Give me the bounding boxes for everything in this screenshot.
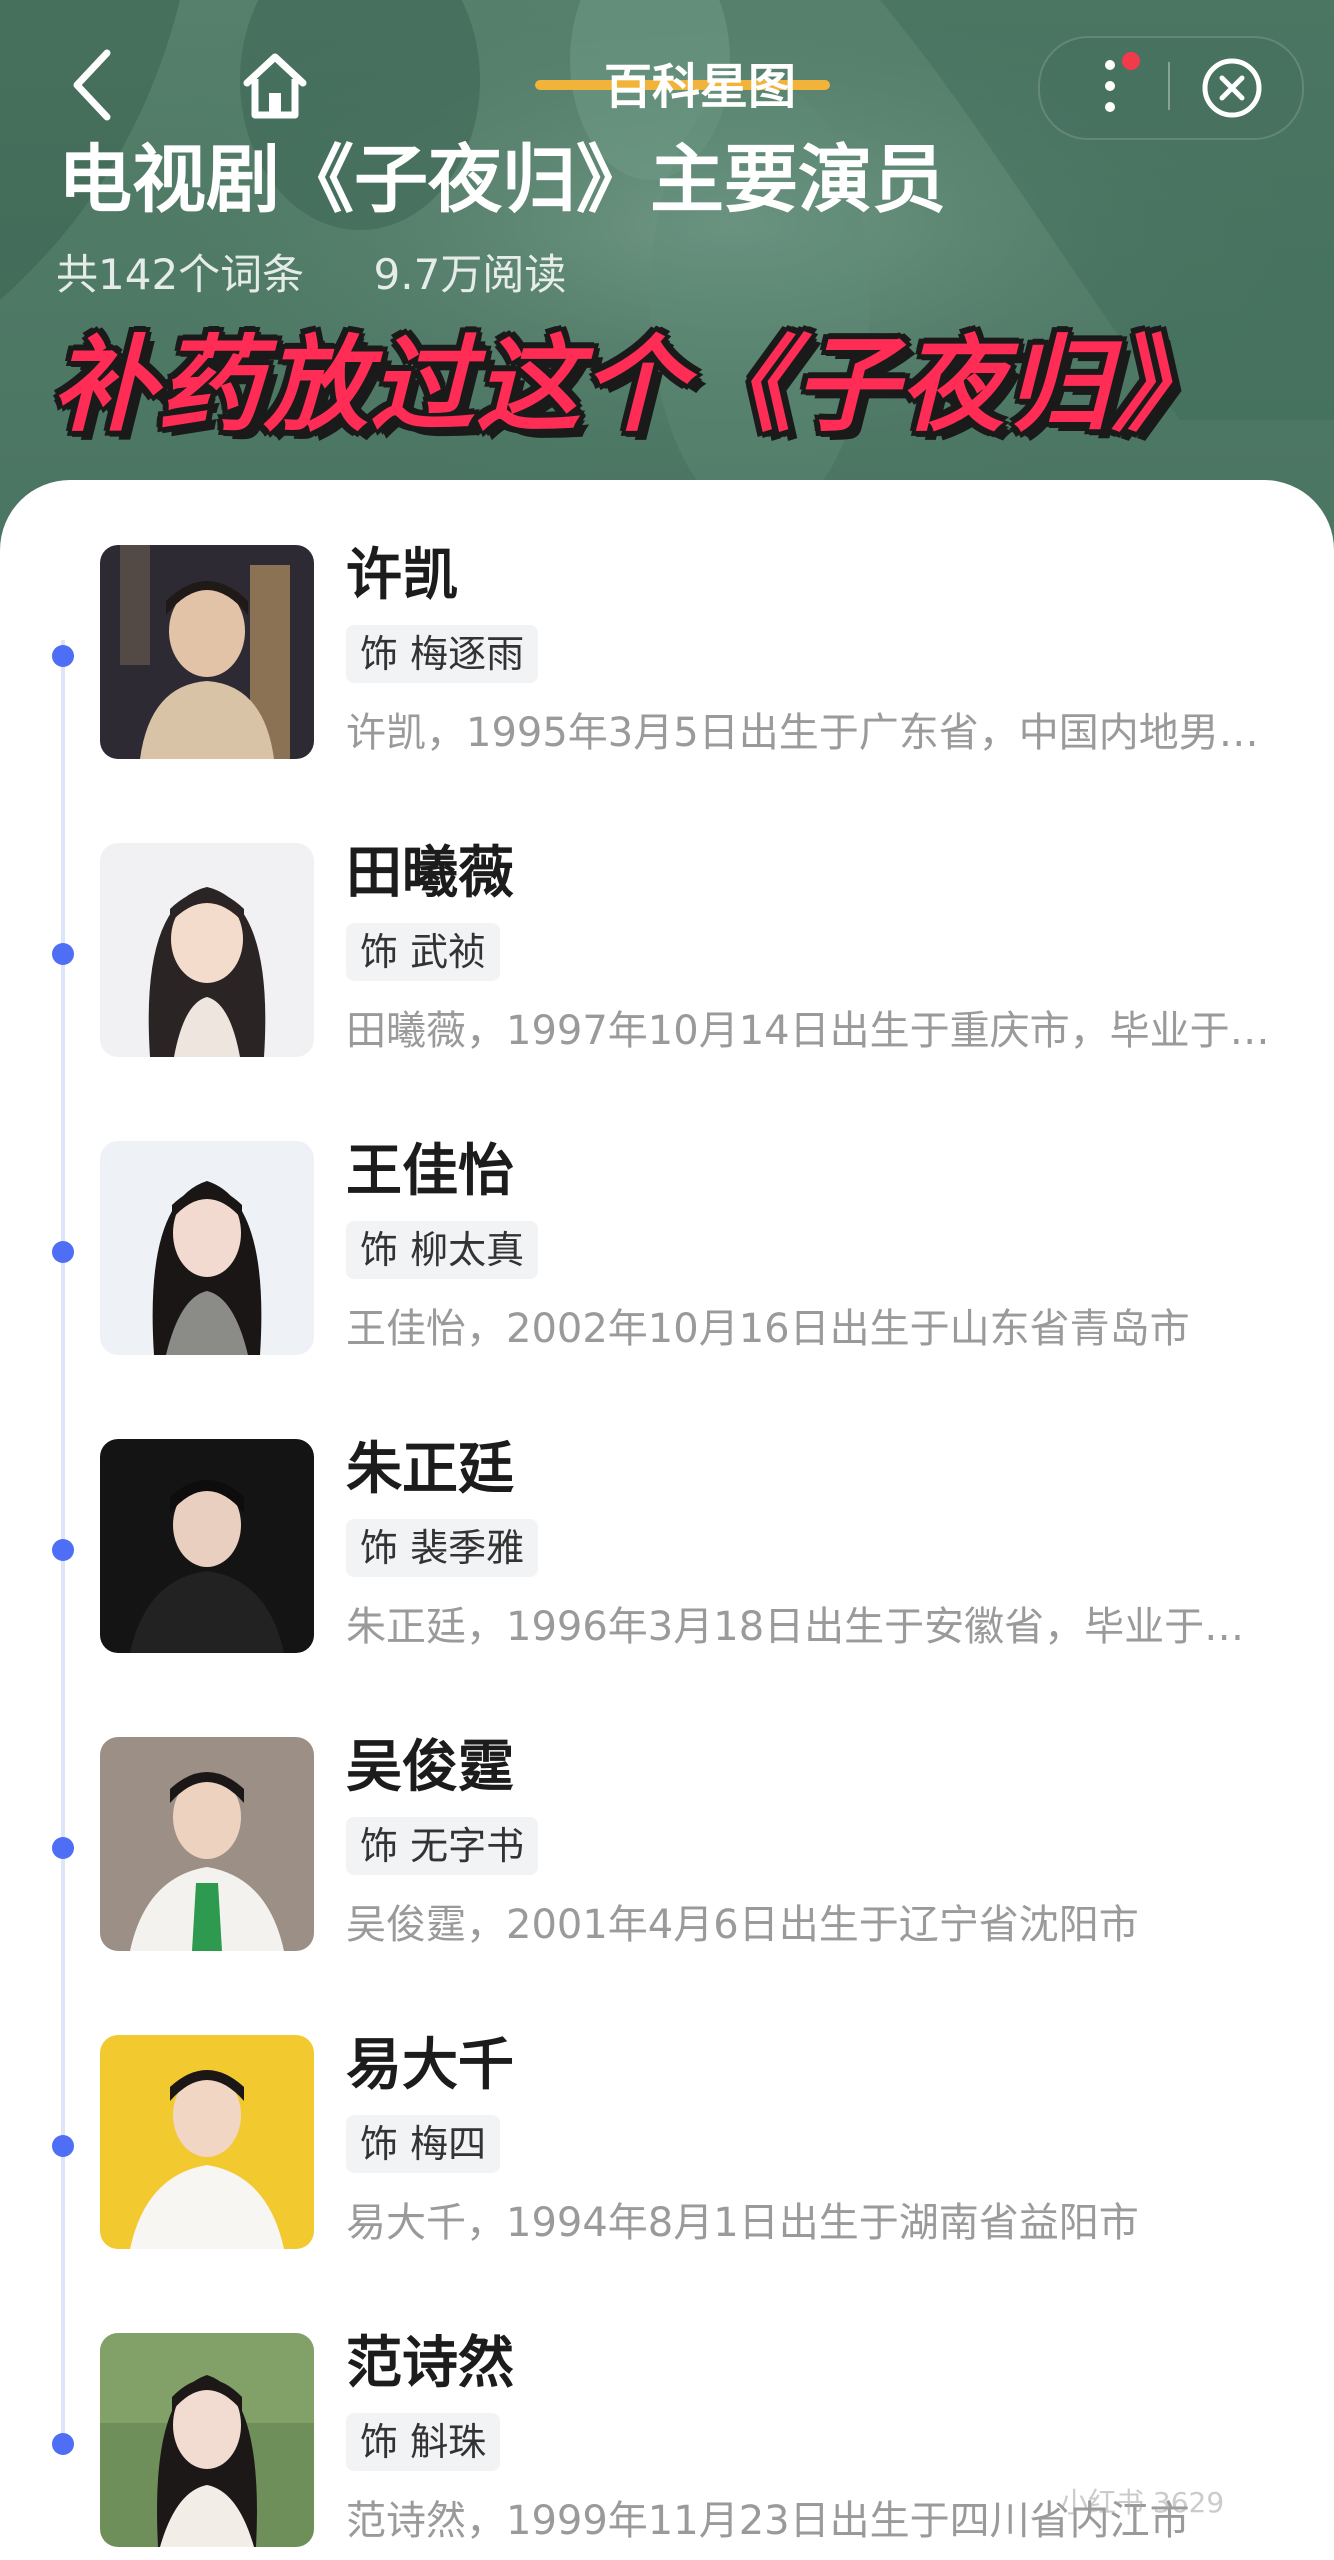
- list-item[interactable]: 吴俊霆 饰 无字书 吴俊霆，2001年4月6日出生于辽宁省沈阳市: [0, 1735, 1334, 1957]
- actor-name: 吴俊霆: [346, 1735, 514, 1800]
- list-item[interactable]: 田曦薇 饰 武祯 田曦薇，1997年10月14日出生于重庆市，毕业于上海戏剧学院: [0, 841, 1334, 1063]
- timeline-dot: [52, 943, 74, 965]
- avatar[interactable]: [100, 1141, 314, 1355]
- nav-title: 百科星图: [603, 59, 796, 115]
- role-tag: 饰 武祯: [346, 923, 501, 981]
- home-icon: [243, 53, 307, 119]
- list-item[interactable]: 易大千 饰 梅四 易大千，1994年8月1日出生于湖南省益阳市: [0, 2033, 1334, 2255]
- read-count: 9.7万阅读: [373, 250, 567, 299]
- avatar[interactable]: [100, 1737, 314, 1951]
- page-title: 电视剧《子夜归》主要演员: [58, 137, 946, 223]
- avatar[interactable]: [100, 1439, 314, 1653]
- role-tag: 饰 斛珠: [346, 2413, 501, 2471]
- watermark: 小红书 3629: [1060, 2486, 1225, 2519]
- close-circle-icon: [1202, 58, 1262, 118]
- back-button[interactable]: [52, 40, 132, 130]
- role-tag: 饰 柳太真: [346, 1221, 539, 1279]
- capsule-divider: [1168, 62, 1170, 110]
- home-button[interactable]: [230, 40, 320, 130]
- list-item[interactable]: 王佳怡 饰 柳太真 王佳怡，2002年10月16日出生于山东省青岛市: [0, 1139, 1334, 1361]
- actor-description: 吴俊霆，2001年4月6日出生于辽宁省沈阳市: [346, 1902, 1139, 1948]
- timeline-dot: [52, 1837, 74, 1859]
- list-item[interactable]: 朱正廷 饰 裴季雅 朱正廷，1996年3月18日出生于安徽省，毕业于北京舞蹈学院: [0, 1437, 1334, 1659]
- role-tag: 饰 无字书: [346, 1817, 539, 1875]
- actor-description: 朱正廷，1996年3月18日出生于安徽省，毕业于北京舞蹈学院: [346, 1604, 1276, 1650]
- overlay-banner-text: 补药放过这个《子夜归》: [52, 324, 1219, 446]
- timeline-dot: [52, 1241, 74, 1263]
- stats-row: 共142个词条 9.7万阅读: [56, 245, 622, 305]
- more-button[interactable]: [1070, 40, 1150, 132]
- avatar[interactable]: [100, 545, 314, 759]
- avatar[interactable]: [100, 843, 314, 1057]
- timeline-dot: [52, 645, 74, 667]
- entry-count: 共142个词条: [56, 250, 305, 299]
- back-arrow-icon: [73, 49, 111, 121]
- notification-dot: [1122, 52, 1140, 70]
- actor-description: 田曦薇，1997年10月14日出生于重庆市，毕业于上海戏剧学院: [346, 1008, 1276, 1054]
- actor-name: 许凯: [346, 543, 458, 608]
- actor-name: 王佳怡: [346, 1139, 514, 1204]
- actor-name: 田曦薇: [346, 841, 514, 906]
- role-tag: 饰 梅逐雨: [346, 625, 539, 683]
- avatar[interactable]: [100, 2333, 314, 2547]
- actor-description: 许凯，1995年3月5日出生于广东省，中国内地男演员: [346, 710, 1276, 756]
- more-vertical-icon: [1105, 60, 1115, 112]
- timeline-dot: [52, 2433, 74, 2455]
- role-tag: 饰 裴季雅: [346, 1519, 539, 1577]
- list-item[interactable]: 许凯 饰 梅逐雨 许凯，1995年3月5日出生于广东省，中国内地男演员: [0, 543, 1334, 765]
- actor-description: 易大千，1994年8月1日出生于湖南省益阳市: [346, 2200, 1139, 2246]
- actor-name: 易大千: [346, 2033, 514, 2098]
- role-tag: 饰 梅四: [346, 2115, 501, 2173]
- timeline-dot: [52, 1539, 74, 1561]
- timeline-dot: [52, 2135, 74, 2157]
- actor-name: 范诗然: [346, 2331, 514, 2396]
- avatar[interactable]: [100, 2035, 314, 2249]
- actor-name: 朱正廷: [346, 1437, 514, 1502]
- close-button[interactable]: [1190, 46, 1274, 130]
- actor-description: 王佳怡，2002年10月16日出生于山东省青岛市: [346, 1306, 1190, 1352]
